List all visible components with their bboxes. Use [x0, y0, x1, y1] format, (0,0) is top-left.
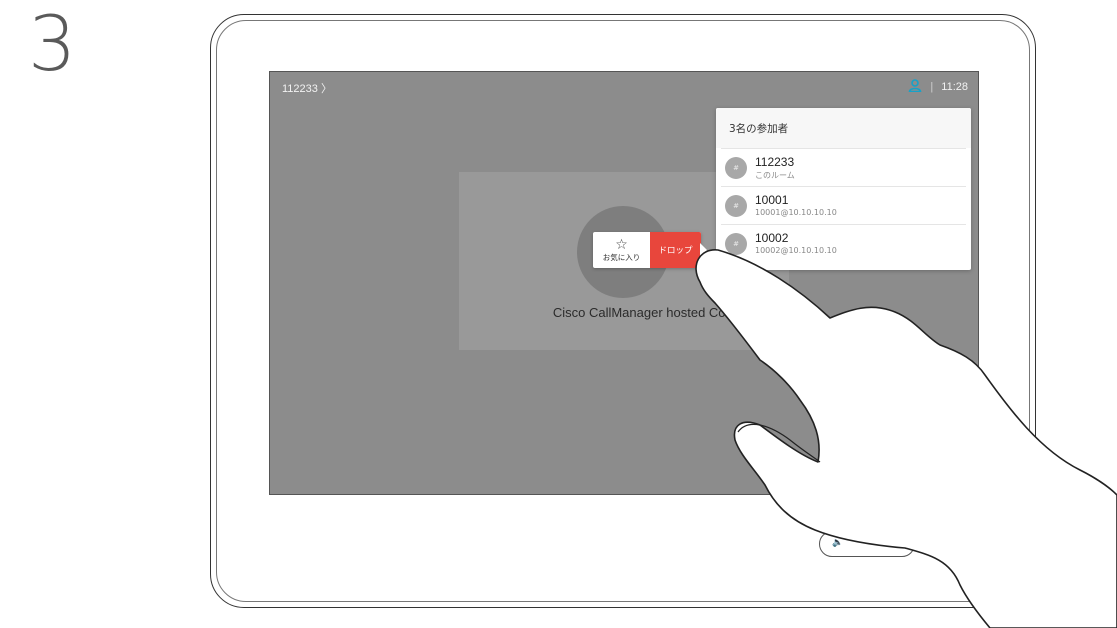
volume-button[interactable]: 🔈 [819, 531, 915, 557]
participants-panel: 3名の参加者 # 112233 このルーム # 10001 10001@10.1… [716, 108, 971, 270]
participant-name: 112233 [755, 155, 795, 169]
popup-arrow [700, 243, 707, 257]
participant-detail: このルーム [755, 171, 795, 180]
step-number: 3 [28, 0, 77, 88]
clock: 11:28 [941, 81, 968, 93]
person-icon[interactable] [908, 79, 922, 95]
participant-action-popup: ☆ お気に入り ドロップ [593, 232, 707, 268]
star-outline-icon: ☆ [615, 236, 628, 253]
participant-name: 10001 [755, 193, 789, 207]
participant-row[interactable]: # 10002 10002@10.10.10.10 [721, 224, 966, 262]
avatar: # [725, 233, 747, 255]
drop-button[interactable]: ドロップ [650, 232, 701, 268]
call-title[interactable]: 112233 〉 [282, 80, 332, 96]
separator: | [930, 81, 934, 93]
call-name: Cisco CallManager hosted Confere [552, 305, 756, 320]
favorite-button[interactable]: ☆ お気に入り [593, 232, 650, 268]
favorite-label: お気に入り [602, 252, 641, 262]
speaker-icon: 🔈 [832, 538, 844, 548]
touch-screen: 112233 〉 | 11:28 Cisco CallManager hoste… [269, 71, 979, 495]
participant-row[interactable]: # 112233 このルーム [721, 148, 966, 186]
status-area: | 11:28 [908, 79, 968, 95]
participants-header: 3名の参加者 [716, 108, 971, 148]
participant-detail: 10002@10.10.10.10 [755, 246, 837, 255]
participant-row[interactable]: # 10001 10001@10.10.10.10 [721, 186, 966, 224]
participant-name: 10002 [755, 231, 789, 245]
avatar: # [725, 195, 747, 217]
participant-detail: 10001@10.10.10.10 [755, 208, 837, 217]
avatar: # [725, 157, 747, 179]
